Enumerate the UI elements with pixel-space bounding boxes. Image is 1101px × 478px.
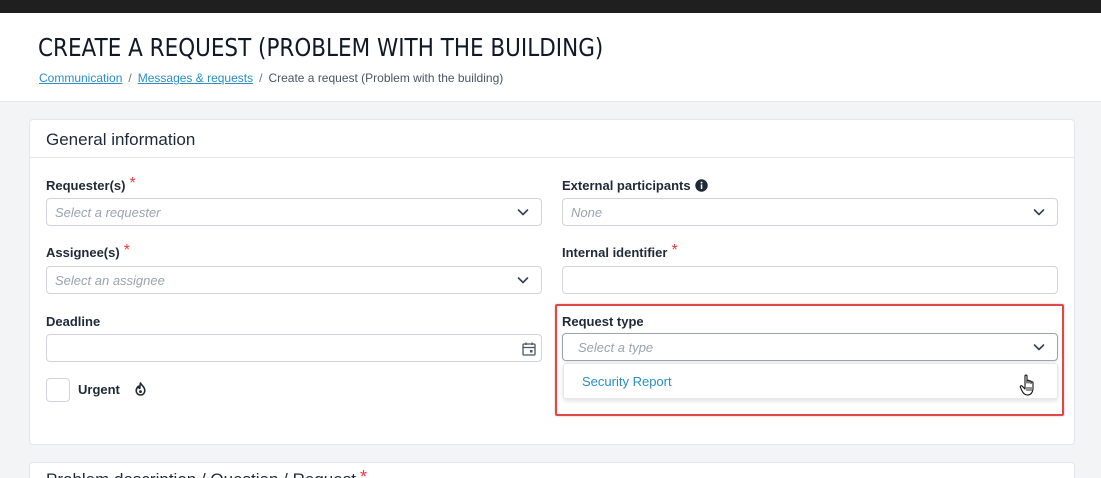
external-participants-label: External participants (562, 178, 708, 193)
section-title: Problem description / Question / Request… (46, 467, 367, 478)
breadcrumb-current: Create a request (Problem with the build… (268, 71, 504, 85)
requester-placeholder: Select a requester (55, 205, 161, 220)
page-header: CREATE A REQUEST (PROBLEM WITH THE BUILD… (0, 13, 1101, 102)
problem-description-card: Problem description / Question / Request… (29, 462, 1075, 478)
external-participants-select[interactable]: None (562, 198, 1058, 226)
requester-select[interactable]: Select a requester (46, 198, 542, 226)
chevron-down-icon (1033, 209, 1045, 216)
chevron-down-icon (517, 277, 529, 284)
highlight-box (555, 304, 1064, 416)
deadline-input[interactable] (46, 334, 542, 362)
flame-icon (135, 382, 146, 396)
divider (30, 157, 1074, 158)
required-asterisk: * (671, 242, 678, 259)
internal-identifier-input[interactable] (562, 266, 1058, 294)
breadcrumb-communication[interactable]: Communication (39, 71, 122, 85)
external-participants-label-text: External participants (562, 178, 691, 193)
required-asterisk: * (123, 242, 130, 259)
top-bar (0, 0, 1101, 13)
required-asterisk: * (359, 467, 367, 478)
assignee-select[interactable]: Select an assignee (46, 266, 542, 294)
assignee-label: Assignee(s) * (46, 242, 130, 262)
breadcrumb-separator: / (128, 71, 132, 85)
urgent-checkbox[interactable] (46, 378, 70, 402)
hand-cursor-icon (1019, 374, 1034, 396)
calendar-icon[interactable] (521, 341, 537, 357)
assignee-placeholder: Select an assignee (55, 273, 165, 288)
breadcrumb-messages-requests[interactable]: Messages & requests (138, 71, 253, 85)
requester-label: Requester(s) * (46, 175, 136, 195)
assignee-label-text: Assignee(s) (46, 245, 120, 260)
breadcrumb: Communication / Messages & requests / Create… (39, 71, 503, 85)
requester-label-text: Requester(s) (46, 178, 126, 193)
breadcrumb-separator: / (259, 71, 263, 85)
page-title: CREATE A REQUEST (PROBLEM WITH THE BUILD… (38, 33, 604, 62)
urgent-label: Urgent (78, 382, 120, 397)
chevron-down-icon (517, 209, 529, 216)
internal-identifier-label-text: Internal identifier (562, 245, 668, 260)
required-asterisk: * (129, 175, 136, 192)
internal-identifier-label: Internal identifier * (562, 242, 678, 262)
external-participants-value: None (571, 205, 603, 220)
problem-title-text: Problem description / Question / Request (46, 470, 356, 478)
deadline-label: Deadline (46, 314, 101, 329)
info-icon[interactable] (694, 179, 708, 192)
section-title: General information (46, 130, 196, 149)
